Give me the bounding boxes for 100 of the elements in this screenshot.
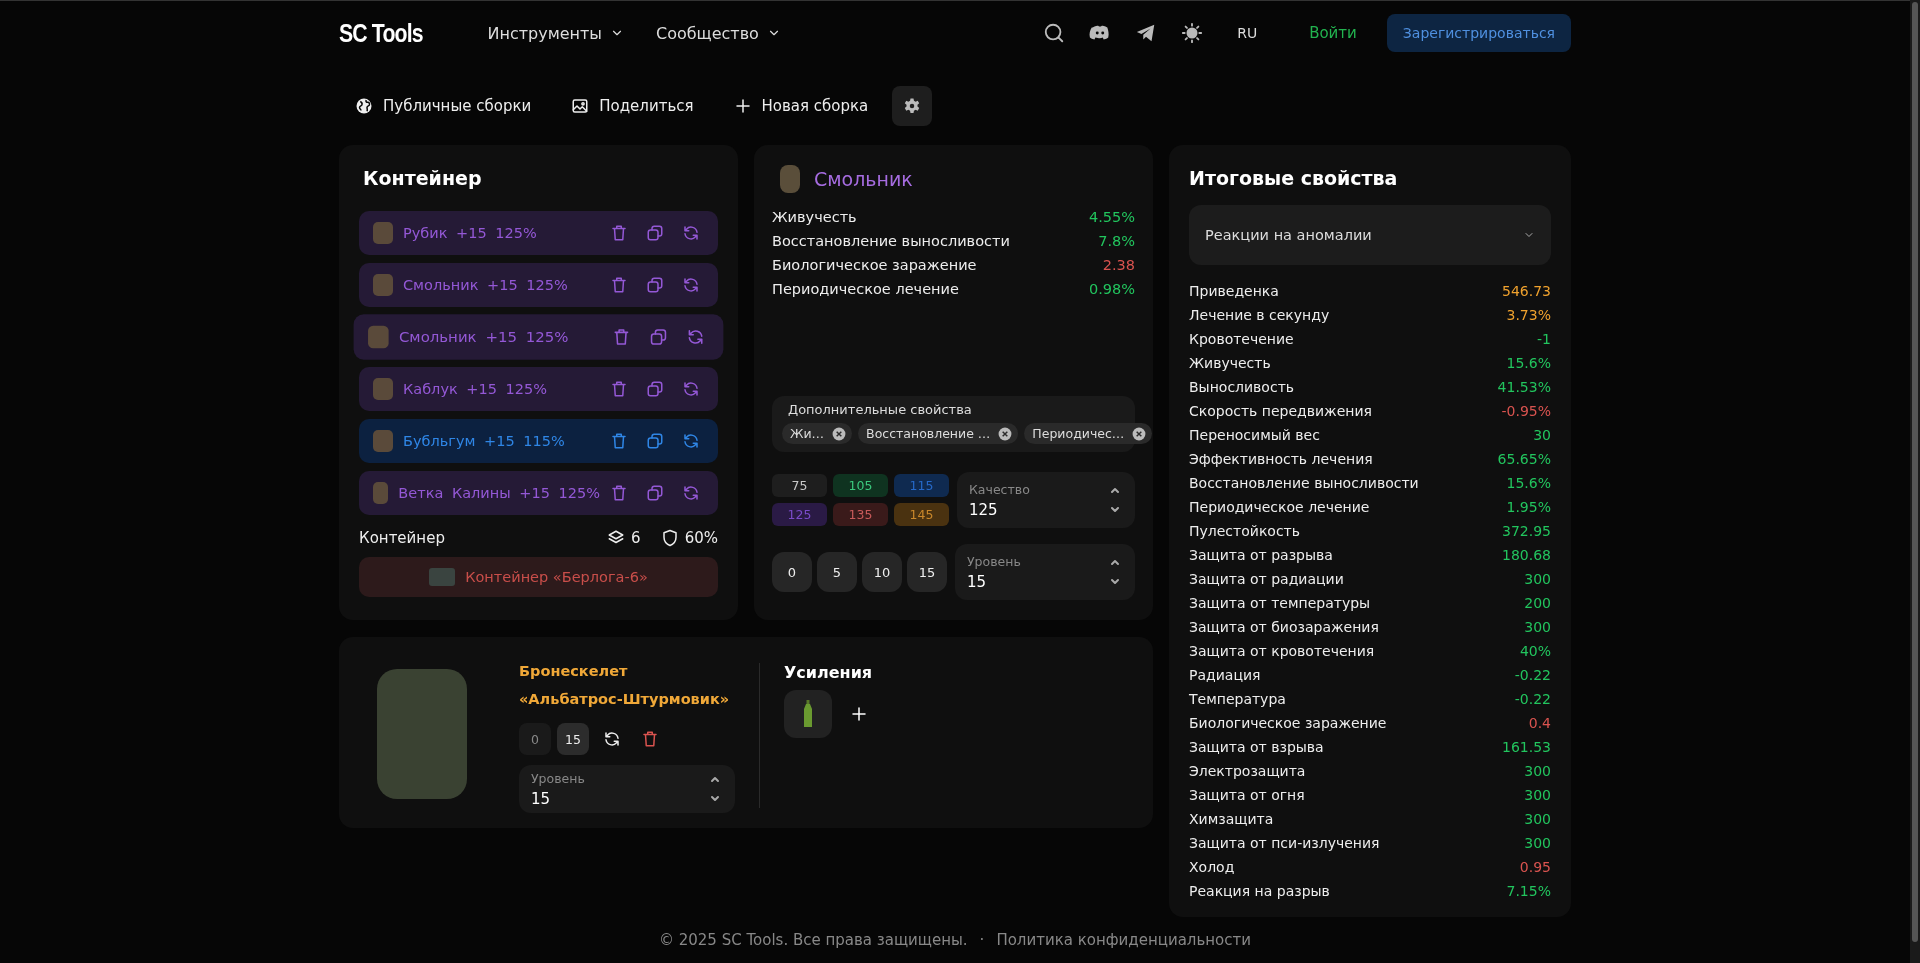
artifact-row[interactable]: Смольник +15 125%	[353, 314, 724, 360]
register-button[interactable]: Зарегистрироваться	[1386, 14, 1571, 52]
copy-icon[interactable]	[646, 380, 664, 398]
stat-value: 4.55%	[1088, 209, 1135, 225]
delete-icon[interactable]	[610, 224, 628, 242]
delete-icon[interactable]	[610, 432, 628, 450]
site-logo[interactable]: SC Tools	[339, 18, 423, 48]
artifact-label: Смольник +15 125%	[403, 277, 568, 293]
delete-icon[interactable]	[641, 730, 659, 748]
quality-option[interactable]: 145	[894, 503, 949, 526]
delete-icon[interactable]	[612, 327, 631, 347]
armor-title: Бронескелет «Альбатрос-Штурмовик»	[519, 662, 731, 709]
field-label: Уровень	[531, 770, 585, 786]
search-icon[interactable]	[1043, 22, 1066, 44]
artifact-label: Каблук +15 125%	[403, 381, 547, 397]
stat-value: 15.6%	[1506, 475, 1551, 491]
login-link[interactable]: Войти	[1303, 23, 1363, 43]
level-field[interactable]: Уровень 15	[519, 765, 735, 813]
sun-icon[interactable]	[1181, 22, 1204, 44]
artifact-label: Бубльгум +15 115%	[403, 433, 565, 449]
stat-name: Периодическое лечение	[1189, 499, 1370, 515]
stat-name: Восстановление выносливости	[1189, 475, 1419, 491]
copy-icon[interactable]	[646, 224, 664, 242]
quality-option[interactable]: 135	[833, 503, 888, 526]
stat-value: 7.15%	[1506, 883, 1551, 899]
stat-value: 40%	[1519, 643, 1551, 659]
stat-value: 300	[1524, 811, 1551, 827]
level-field[interactable]: Уровень 15	[955, 544, 1135, 600]
privacy-link[interactable]: Политика конфиденциальности	[996, 931, 1251, 949]
stat-value: 3.73%	[1506, 307, 1551, 323]
stat-name: Восстановление выносливости	[772, 233, 1010, 249]
stat-value: 41.53%	[1497, 379, 1551, 395]
level-option[interactable]: 0	[772, 552, 812, 592]
shield-icon	[660, 529, 679, 547]
stat-name: Биологическое заражение	[772, 257, 977, 273]
delete-icon[interactable]	[610, 276, 628, 294]
settings-button[interactable]	[892, 86, 933, 126]
copy-icon[interactable]	[646, 432, 664, 450]
property-chip[interactable]: Периодичес…	[1024, 423, 1153, 444]
artifact-row[interactable]: Бубльгум +15 115%	[359, 419, 718, 463]
stat-name: Реакция на разрыв	[1189, 883, 1330, 899]
copy-icon[interactable]	[646, 276, 664, 294]
public-builds-button[interactable]: Публичные сборки	[339, 86, 548, 126]
stat-value: -0.95%	[1501, 403, 1551, 419]
stat-value: 372.95	[1502, 523, 1551, 539]
artifact-row[interactable]: Ветка Калины +15 125%	[359, 471, 718, 515]
stat-name: Защита от разрыва	[1189, 547, 1333, 563]
remove-icon[interactable]	[832, 426, 847, 441]
remove-icon[interactable]	[998, 426, 1013, 441]
artifact-image	[780, 165, 800, 193]
stepper-icon[interactable]	[1109, 485, 1121, 515]
level-option[interactable]: 0	[519, 723, 551, 755]
stat-value: 2.38	[1102, 257, 1135, 273]
stat-value: 546.73	[1502, 283, 1551, 299]
nav-menu[interactable]: Сообщество	[656, 23, 781, 43]
delete-icon[interactable]	[610, 484, 628, 502]
artifact-image	[373, 482, 389, 504]
boosts-title: Усиления	[784, 663, 873, 682]
stat-name: Электрозащита	[1189, 763, 1306, 779]
quality-option[interactable]: 75	[772, 474, 827, 497]
property-chip[interactable]: Восстановление …	[858, 423, 1019, 444]
artifact-image	[373, 378, 393, 400]
stepper-icon[interactable]	[709, 774, 721, 804]
boost-slot[interactable]	[784, 690, 832, 738]
field-value: 15	[531, 789, 552, 808]
quality-field[interactable]: Качество 125	[957, 472, 1135, 528]
artifact-row[interactable]: Рубик +15 125%	[359, 211, 718, 255]
property-chip[interactable]: Жи…	[782, 423, 853, 444]
stat-name: Защита от биозаражения	[1189, 619, 1379, 635]
stat-value: 300	[1524, 763, 1551, 779]
quality-option[interactable]: 105	[833, 474, 888, 497]
plus-icon[interactable]	[850, 705, 868, 723]
artifact-row[interactable]: Смольник +15 125%	[359, 263, 718, 307]
stat-name: Живучесть	[772, 209, 857, 225]
level-option[interactable]: 5	[817, 552, 857, 592]
level-option[interactable]: 10	[862, 552, 902, 592]
delete-icon[interactable]	[610, 380, 628, 398]
stat-name: Лечение в секунду	[1189, 307, 1330, 323]
copy-icon[interactable]	[646, 484, 664, 502]
new-build-button[interactable]: Новая сборка	[717, 86, 885, 126]
stat-value: 0.4	[1528, 715, 1551, 731]
refresh-icon[interactable]	[603, 730, 621, 748]
stat-name: Защита от температуры	[1189, 595, 1371, 611]
copy-icon[interactable]	[649, 327, 668, 347]
stat-name: Радиация	[1189, 667, 1261, 683]
level-option[interactable]: 15	[557, 723, 589, 755]
share-button[interactable]: Поделиться	[555, 86, 710, 126]
scrollbar[interactable]	[1910, 0, 1920, 963]
stat-name: Защита от радиации	[1189, 571, 1344, 587]
language-menu[interactable]: RU	[1237, 25, 1258, 41]
level-option[interactable]: 15	[907, 552, 947, 592]
stat-name: Переносимый вес	[1189, 427, 1320, 443]
container-image	[429, 568, 456, 586]
field-value: 125	[969, 500, 999, 519]
container-button[interactable]: Контейнер «Берлога-6»	[359, 557, 718, 597]
remove-icon[interactable]	[1132, 426, 1147, 441]
artifact-row[interactable]: Каблук +15 125%	[359, 367, 718, 411]
stepper-icon[interactable]	[1109, 557, 1121, 587]
nav-menu[interactable]: Инструменты	[487, 23, 624, 43]
category-dropdown[interactable]: Реакции на аномалии	[1189, 205, 1551, 265]
